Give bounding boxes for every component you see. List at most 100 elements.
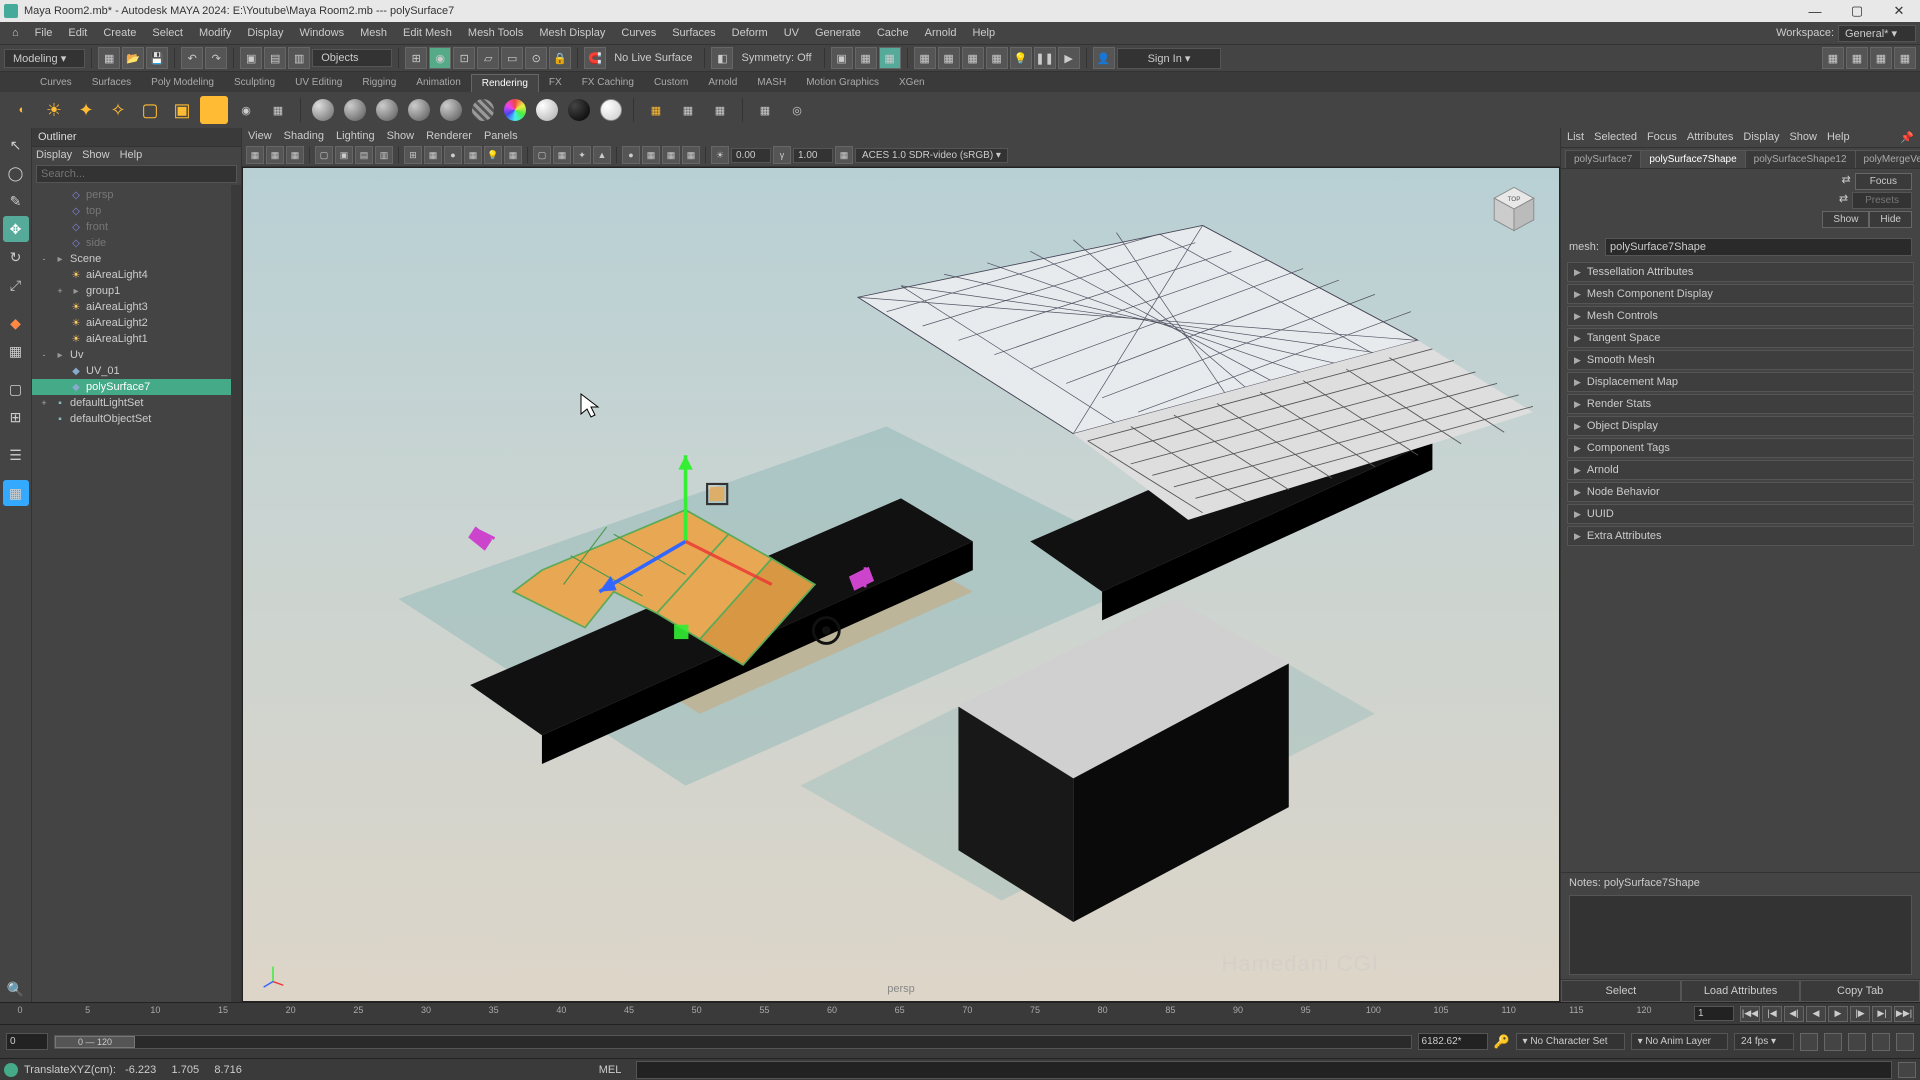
- point-light-icon[interactable]: ✦: [72, 96, 100, 124]
- snap-plane-icon[interactable]: ▱: [477, 47, 499, 69]
- outliner-item-defaultobjectset[interactable]: ▪defaultObjectSet: [32, 411, 241, 427]
- snap-grid-icon[interactable]: ⊞: [405, 47, 427, 69]
- scale-tool-icon[interactable]: ⤢: [3, 272, 29, 298]
- isolate-icon[interactable]: ▦: [1846, 47, 1868, 69]
- attr-tab-polysurfaceshape12[interactable]: polySurfaceShape12: [1745, 150, 1856, 168]
- last-tool-icon[interactable]: ◆: [3, 310, 29, 336]
- outliner-item-aiarealight3[interactable]: ☀aiAreaLight3: [32, 299, 241, 315]
- light-editor-icon[interactable]: 💡: [1010, 47, 1032, 69]
- vp-textured-icon[interactable]: ▦: [464, 146, 482, 164]
- render-target-icon[interactable]: ◎: [783, 96, 811, 124]
- workspace-dropdown[interactable]: General* ▾: [1838, 25, 1916, 42]
- range-handle[interactable]: 0 — 120: [55, 1036, 135, 1048]
- outliner-item-polysurface7[interactable]: ◆polySurface7: [32, 379, 241, 395]
- vp-ao-icon[interactable]: ●: [622, 146, 640, 164]
- outliner-tree[interactable]: ◇persp◇top◇front◇side-▸Scene☀aiAreaLight…: [32, 185, 241, 1002]
- menu-cache[interactable]: Cache: [869, 27, 917, 39]
- lasso-tool-icon[interactable]: ◯: [3, 160, 29, 186]
- attr-copytab-button[interactable]: Copy Tab: [1800, 980, 1920, 1002]
- range-track[interactable]: 0 — 120: [54, 1035, 1412, 1049]
- range-value-field[interactable]: [1418, 1033, 1488, 1050]
- attr-tab-polymergeve[interactable]: polyMergeVe: [1855, 150, 1920, 168]
- current-frame-field[interactable]: [1694, 1006, 1734, 1021]
- live-surface-label[interactable]: No Live Surface: [608, 52, 698, 64]
- render-icon[interactable]: ▦: [264, 96, 292, 124]
- select-hierarchy-icon[interactable]: ▤: [264, 47, 286, 69]
- snap-point-icon[interactable]: ⊡: [453, 47, 475, 69]
- shaded-icon[interactable]: ▦: [1894, 47, 1916, 69]
- vp-menu-view[interactable]: View: [248, 130, 272, 142]
- construction-history-icon[interactable]: ▣: [831, 47, 853, 69]
- command-input[interactable]: [636, 1061, 1892, 1079]
- outliner-item-group1[interactable]: +▸group1: [32, 283, 241, 299]
- outliner-menu-display[interactable]: Display: [36, 149, 72, 161]
- menu-mesh-display[interactable]: Mesh Display: [531, 27, 613, 39]
- area-light-icon[interactable]: ▢: [136, 96, 164, 124]
- vp-film-gate-icon[interactable]: ▣: [335, 146, 353, 164]
- viewport-3d[interactable]: TOP Hamedani CGI persp: [242, 167, 1560, 1002]
- material-icon[interactable]: ▦: [674, 96, 702, 124]
- sphere-striped-icon[interactable]: [469, 96, 497, 124]
- vp-gate-icon[interactable]: ▢: [315, 146, 333, 164]
- autokey-icon[interactable]: 🔑: [1494, 1034, 1510, 1050]
- outliner-menu-show[interactable]: Show: [82, 149, 110, 161]
- shelf-tab-fx-caching[interactable]: FX Caching: [572, 74, 644, 92]
- render-settings-icon[interactable]: ▦: [938, 47, 960, 69]
- sphere-gray-icon[interactable]: [309, 96, 337, 124]
- mel-label[interactable]: MEL: [590, 1064, 630, 1076]
- search-tool-icon[interactable]: 🔍: [3, 976, 29, 1002]
- attr-section-tessellation-attributes[interactable]: ▶Tessellation Attributes: [1567, 262, 1914, 282]
- vp-grid-icon[interactable]: ⊞: [404, 146, 422, 164]
- wireframe-icon[interactable]: ▦: [1870, 47, 1892, 69]
- prefs-icon[interactable]: [1824, 1033, 1842, 1051]
- select-object-icon[interactable]: ▥: [288, 47, 310, 69]
- sync-icon[interactable]: [1872, 1033, 1890, 1051]
- outliner-item-defaultlightset[interactable]: +▪defaultLightSet: [32, 395, 241, 411]
- goto-start-icon[interactable]: |◀◀: [1740, 1006, 1760, 1022]
- menu-edit[interactable]: Edit: [60, 27, 95, 39]
- view-single-icon[interactable]: ▢: [3, 376, 29, 402]
- arrow-icon[interactable]: ▶: [1058, 47, 1080, 69]
- outliner-scrollbar[interactable]: [231, 185, 241, 1002]
- vp-menu-show[interactable]: Show: [387, 130, 415, 142]
- menu-modify[interactable]: Modify: [191, 27, 239, 39]
- light-link-icon[interactable]: ◉: [232, 96, 260, 124]
- outliner-item-scene[interactable]: -▸Scene: [32, 251, 241, 267]
- character-set-dropdown[interactable]: ▾ No Character Set: [1516, 1033, 1625, 1050]
- panel-layout-icon[interactable]: ▦: [3, 480, 29, 506]
- shelf-tab-uv-editing[interactable]: UV Editing: [285, 74, 352, 92]
- menu-uv[interactable]: UV: [776, 27, 807, 39]
- outliner-item-front[interactable]: ◇front: [32, 219, 241, 235]
- new-scene-icon[interactable]: ▦: [98, 47, 120, 69]
- sphere-color-icon[interactable]: [501, 96, 529, 124]
- menu-display[interactable]: Display: [239, 27, 291, 39]
- select-tool-icon[interactable]: ▣: [240, 47, 262, 69]
- shelf-tab-rendering[interactable]: Rendering: [471, 74, 539, 92]
- attr-presets-button[interactable]: Presets: [1852, 192, 1912, 209]
- shelf-tab-rigging[interactable]: Rigging: [352, 74, 406, 92]
- render-icon[interactable]: ▦: [855, 47, 877, 69]
- step-back-key-icon[interactable]: |◀: [1762, 1006, 1782, 1022]
- menu-help[interactable]: Help: [964, 27, 1003, 39]
- paint-select-tool-icon[interactable]: ✎: [3, 188, 29, 214]
- time-slider[interactable]: 0510152025303540455055606570758085909510…: [0, 1002, 1920, 1024]
- attr-select-button[interactable]: Select: [1561, 980, 1681, 1002]
- vp-shadows-icon[interactable]: ▦: [504, 146, 522, 164]
- attr-menu-help[interactable]: Help: [1827, 131, 1850, 144]
- snap-curve-icon[interactable]: ◉: [429, 47, 451, 69]
- script-editor-icon[interactable]: [1898, 1062, 1916, 1078]
- range-start-field[interactable]: [6, 1033, 48, 1050]
- shelf-tab-poly-modeling[interactable]: Poly Modeling: [141, 74, 224, 92]
- attr-load-button[interactable]: Load Attributes: [1681, 980, 1801, 1002]
- outliner-item-aiarealight1[interactable]: ☀aiAreaLight1: [32, 331, 241, 347]
- render-setup-icon[interactable]: ▦: [986, 47, 1008, 69]
- directional-light-icon[interactable]: ☀: [40, 96, 68, 124]
- vp-polygon-icon[interactable]: ▲: [593, 146, 611, 164]
- sphere-gray2-icon[interactable]: [341, 96, 369, 124]
- sphere-black-icon[interactable]: [565, 96, 593, 124]
- shelf-tab-curves[interactable]: Curves: [30, 74, 82, 92]
- vp-camera-icon[interactable]: ▦: [246, 146, 264, 164]
- shelf-tab-sculpting[interactable]: Sculpting: [224, 74, 285, 92]
- vp-colormgmt-icon[interactable]: ▦: [835, 146, 853, 164]
- shelf-tab-custom[interactable]: Custom: [644, 74, 698, 92]
